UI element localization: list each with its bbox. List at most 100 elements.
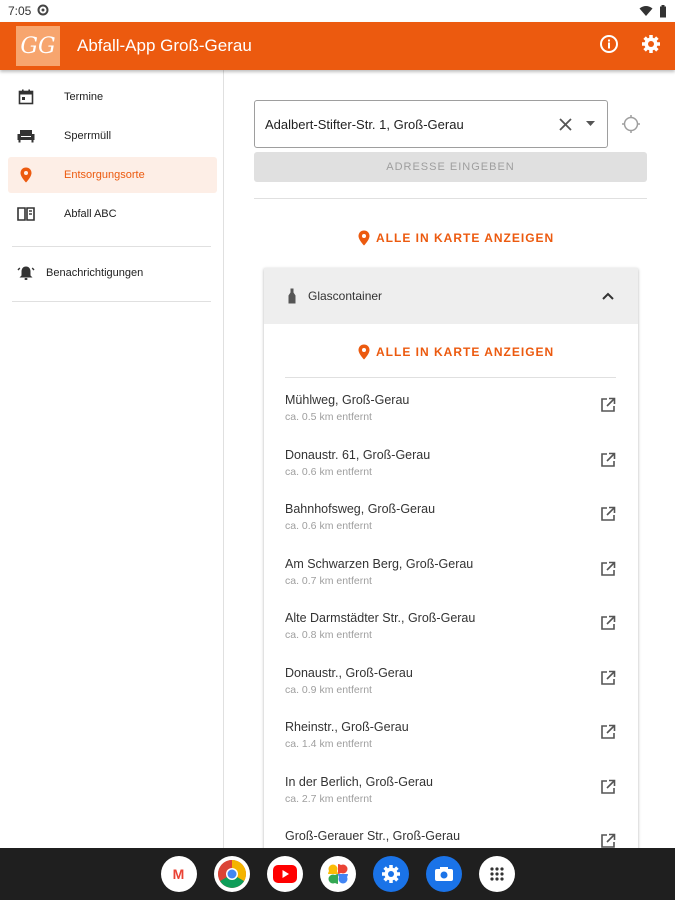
sidebar-item-label: Abfall ABC <box>64 208 117 220</box>
dropdown-button[interactable] <box>586 121 595 127</box>
sidebar-item-entsorgungsorte[interactable]: Entsorgungsorte <box>8 157 217 193</box>
open-external-button[interactable] <box>600 724 616 745</box>
location-item[interactable]: Rheinstr., Groß-Gerau ca. 1.4 km entfern… <box>285 720 616 760</box>
section-show-all-on-map-link[interactable]: ALLE IN KARTE ANZEIGEN <box>358 344 554 360</box>
open-external-icon <box>601 452 616 467</box>
sidebar-item-label: Entsorgungsorte <box>64 169 145 181</box>
settings-button[interactable] <box>641 34 661 59</box>
collapse-button[interactable] <box>602 292 614 300</box>
open-external-button[interactable] <box>600 452 616 473</box>
sidebar-item-benachrichtigungen[interactable]: Benachrichtigungen <box>16 259 223 287</box>
open-external-button[interactable] <box>600 561 616 582</box>
open-external-icon <box>601 779 616 794</box>
main-divider <box>254 198 647 199</box>
wifi-icon <box>639 6 653 16</box>
app-dock: M <box>0 848 675 900</box>
open-external-button[interactable] <box>600 397 616 418</box>
open-external-icon <box>601 833 616 848</box>
photos-icon[interactable] <box>319 856 356 892</box>
location-item[interactable]: Groß-Gerauer Str., Groß-Gerau <box>285 829 616 848</box>
open-external-button[interactable] <box>600 779 616 800</box>
chevron-up-icon <box>602 292 614 300</box>
location-item[interactable]: In der Berlich, Groß-Gerau ca. 2.7 km en… <box>285 775 616 815</box>
calendar-icon <box>16 89 36 105</box>
camera-icon[interactable] <box>425 856 462 892</box>
location-distance: ca. 0.5 km entfernt <box>285 411 372 423</box>
sidebar-divider <box>12 301 211 302</box>
location-distance: ca. 0.6 km entfernt <box>285 520 372 532</box>
couch-icon <box>16 129 36 143</box>
sidebar: Termine Sperrmüll Entsorgungsorte Abfall… <box>0 70 224 848</box>
crosshair-icon <box>622 115 640 133</box>
location-distance: ca. 0.9 km entfernt <box>285 684 372 696</box>
bell-icon <box>16 265 36 281</box>
open-external-button[interactable] <box>600 506 616 527</box>
locate-button[interactable] <box>621 114 641 139</box>
open-external-button[interactable] <box>600 670 616 691</box>
open-external-icon <box>601 561 616 576</box>
location-item[interactable]: Donaustr. 61, Groß-Gerau ca. 0.6 km entf… <box>285 448 616 488</box>
sidebar-item-termine[interactable]: Termine <box>8 79 217 115</box>
settings-icon[interactable] <box>372 856 409 892</box>
logo-text: GG <box>20 33 56 59</box>
apps-icon[interactable] <box>478 856 515 892</box>
battery-icon <box>660 4 666 17</box>
clear-button[interactable] <box>559 117 572 131</box>
open-external-button[interactable] <box>600 615 616 636</box>
open-external-button[interactable] <box>600 833 616 848</box>
location-distance: ca. 0.6 km entfernt <box>285 466 372 478</box>
open-external-icon <box>601 670 616 685</box>
open-external-icon <box>601 615 616 630</box>
location-item[interactable]: Mühlweg, Groß-Gerau ca. 0.5 km entfernt <box>285 393 616 433</box>
section-divider <box>285 377 616 378</box>
location-pin-icon <box>16 167 36 183</box>
location-name: Rheinstr., Groß-Gerau <box>285 720 409 734</box>
enter-address-button[interactable]: ADRESSE EINGEBEN <box>254 152 647 182</box>
address-input[interactable]: Adalbert-Stifter-Str. 1, Groß-Gerau <box>254 100 608 148</box>
status-bar: 7:05 <box>0 0 675 22</box>
show-all-on-map-link[interactable]: ALLE IN KARTE ANZEIGEN <box>358 230 554 246</box>
address-value: Adalbert-Stifter-Str. 1, Groß-Gerau <box>265 116 464 132</box>
caret-down-icon <box>586 121 595 126</box>
location-item[interactable]: Am Schwarzen Berg, Groß-Gerau ca. 0.7 km… <box>285 557 616 597</box>
location-name: Donaustr. 61, Groß-Gerau <box>285 448 431 462</box>
app-bar: GG Abfall-App Groß-Gerau <box>0 22 675 70</box>
location-item[interactable]: Alte Darmstädter Str., Groß-Gerau ca. 0.… <box>285 611 616 651</box>
info-button[interactable] <box>599 34 619 59</box>
location-name: In der Berlich, Groß-Gerau <box>285 775 433 789</box>
location-name: Bahnhofsweg, Groß-Gerau <box>285 502 436 516</box>
location-name: Groß-Gerauer Str., Groß-Gerau <box>285 829 461 843</box>
location-pin-icon <box>358 344 370 360</box>
sidebar-item-label: Termine <box>64 91 104 103</box>
sidebar-item-label: Benachrichtigungen <box>46 267 144 279</box>
status-time: 7:05 <box>8 4 32 18</box>
sidebar-item-sperrmuell[interactable]: Sperrmüll <box>8 118 217 154</box>
youtube-icon[interactable] <box>266 856 303 892</box>
gmail-icon[interactable]: M <box>160 856 197 892</box>
location-name: Alte Darmstädter Str., Groß-Gerau <box>285 611 476 625</box>
location-distance: ca. 1.4 km entfernt <box>285 738 372 750</box>
location-name: Donaustr., Groß-Gerau <box>285 666 413 680</box>
sidebar-item-label: Sperrmüll <box>64 130 112 142</box>
location-pin-icon <box>358 230 370 246</box>
bottle-icon <box>288 288 296 304</box>
location-item[interactable]: Donaustr., Groß-Gerau ca. 0.9 km entfern… <box>285 666 616 706</box>
open-external-icon <box>601 724 616 739</box>
location-distance: ca. 0.7 km entfernt <box>285 575 372 587</box>
gear-icon <box>642 34 660 53</box>
app-logo: GG <box>16 26 60 66</box>
section-header[interactable]: Glascontainer <box>264 268 638 324</box>
info-icon <box>600 34 618 53</box>
open-external-icon <box>601 506 616 521</box>
status-icons <box>639 4 667 18</box>
location-name: Mühlweg, Groß-Gerau <box>285 393 410 407</box>
show-all-label: ALLE IN KARTE ANZEIGEN <box>376 345 555 359</box>
location-name: Am Schwarzen Berg, Groß-Gerau <box>285 557 474 571</box>
location-distance: ca. 0.8 km entfernt <box>285 629 372 641</box>
location-item[interactable]: Bahnhofsweg, Groß-Gerau ca. 0.6 km entfe… <box>285 502 616 542</box>
chrome-icon[interactable] <box>213 856 250 892</box>
gmail-glyph: M <box>172 866 185 882</box>
sidebar-divider <box>12 246 211 247</box>
sidebar-item-abfall-abc[interactable]: Abfall ABC <box>8 196 217 232</box>
settings-status-icon <box>37 4 49 19</box>
